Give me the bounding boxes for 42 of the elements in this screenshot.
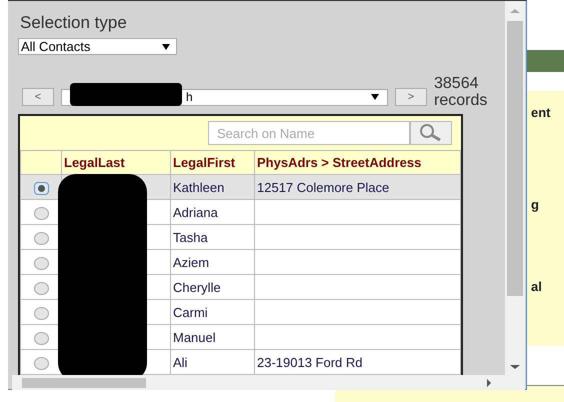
previous-button[interactable]: < [22, 88, 54, 106]
column-header: LegalFirst [170, 150, 254, 174]
panel-label: al [531, 279, 542, 294]
scroll-thumb[interactable] [22, 378, 146, 388]
record-count: 38564 [434, 75, 480, 92]
next-button[interactable]: > [395, 88, 427, 106]
table-cell: Ali [173, 354, 188, 370]
panel-label: g [531, 197, 539, 212]
column-header: LegalLast [62, 150, 170, 174]
table-cell: 12517 Colemore Place [257, 180, 390, 194]
search-field[interactable]: Search on Name [208, 121, 410, 145]
table-cell: Aziem [173, 254, 210, 270]
record-unit: records [434, 92, 488, 109]
dialog-title: Selection type [20, 13, 127, 33]
radio-button[interactable] [34, 332, 48, 345]
table-cell: Tasha [173, 230, 208, 244]
scroll-down-icon[interactable] [510, 365, 520, 369]
radio-button[interactable] [34, 206, 48, 220]
radio-button[interactable] [34, 232, 48, 245]
horizontal-scrollbar[interactable] [12, 375, 525, 390]
vertical-scrollbar[interactable] [505, 1, 525, 375]
caret-icon [162, 44, 170, 50]
selection-type-dropdown[interactable]: All Contacts [18, 38, 177, 55]
table-cell: Manuel [173, 330, 216, 344]
column-header: PhysAdrs > StreetAddress [254, 150, 460, 174]
search-button[interactable] [410, 121, 452, 145]
radio-button[interactable] [34, 282, 48, 295]
scroll-up-icon[interactable] [510, 9, 520, 13]
radio-button[interactable] [34, 182, 48, 195]
caret-icon [371, 94, 379, 100]
dropdown-value: All Contacts [21, 39, 90, 54]
radio-button[interactable] [34, 356, 48, 370]
table-cell: Kathleen [173, 180, 224, 194]
table-cell: Adriana [173, 204, 218, 220]
table-cell: Cherylle [173, 280, 221, 294]
table-cell: Carmi [173, 304, 208, 320]
radio-button[interactable] [34, 306, 48, 320]
scroll-right-icon[interactable] [487, 379, 491, 387]
radio-button[interactable] [34, 256, 48, 270]
scroll-thumb[interactable] [507, 21, 523, 296]
panel-label: ent [531, 105, 550, 120]
table-cell: 23-19013 Ford Rd [257, 354, 363, 370]
